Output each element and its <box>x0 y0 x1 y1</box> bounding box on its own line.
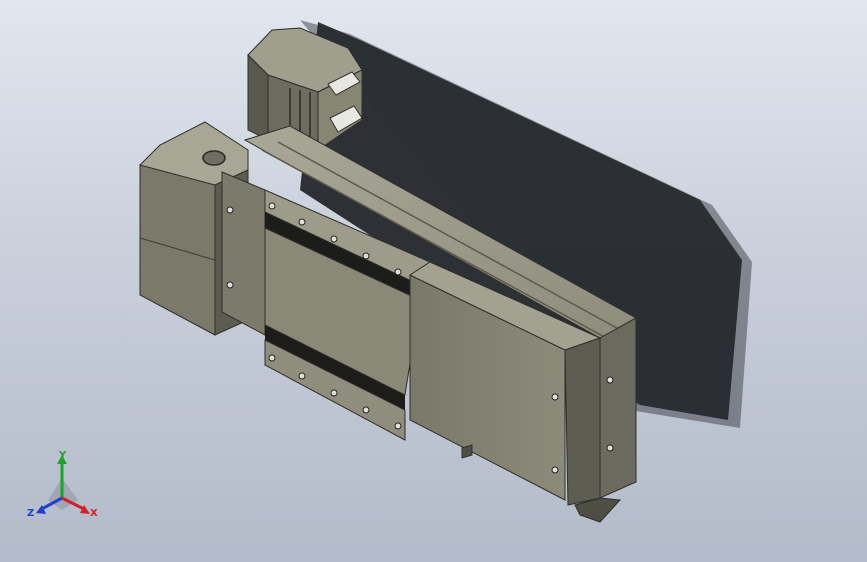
screw <box>268 202 276 210</box>
screw <box>298 218 306 226</box>
triad-z-label: Z <box>27 508 34 519</box>
cad-model-scene[interactable]: Y X Z <box>0 0 867 562</box>
screw <box>551 393 559 401</box>
screw <box>394 268 402 276</box>
rail-front-face-left <box>221 171 266 336</box>
screw <box>298 372 306 380</box>
screw <box>330 235 338 243</box>
mount-hole <box>202 150 226 166</box>
screw <box>330 389 338 397</box>
screw <box>268 354 276 362</box>
view-orientation-triad[interactable]: Y X Z <box>27 450 98 519</box>
screw <box>226 281 234 289</box>
triad-x-label: X <box>90 508 98 519</box>
screw <box>362 252 370 260</box>
screw <box>226 206 234 214</box>
triad-y-label: Y <box>58 450 67 461</box>
end-cap-right-front <box>564 337 601 506</box>
screw <box>394 422 402 430</box>
screw <box>362 406 370 414</box>
graphics-viewport[interactable]: Y X Z <box>0 0 867 562</box>
screw <box>551 466 559 474</box>
end-cap-right-side <box>599 317 637 499</box>
stepper-motor[interactable] <box>247 27 363 151</box>
screw <box>606 444 614 452</box>
end-block-front-face <box>139 164 216 336</box>
screw <box>606 376 614 384</box>
